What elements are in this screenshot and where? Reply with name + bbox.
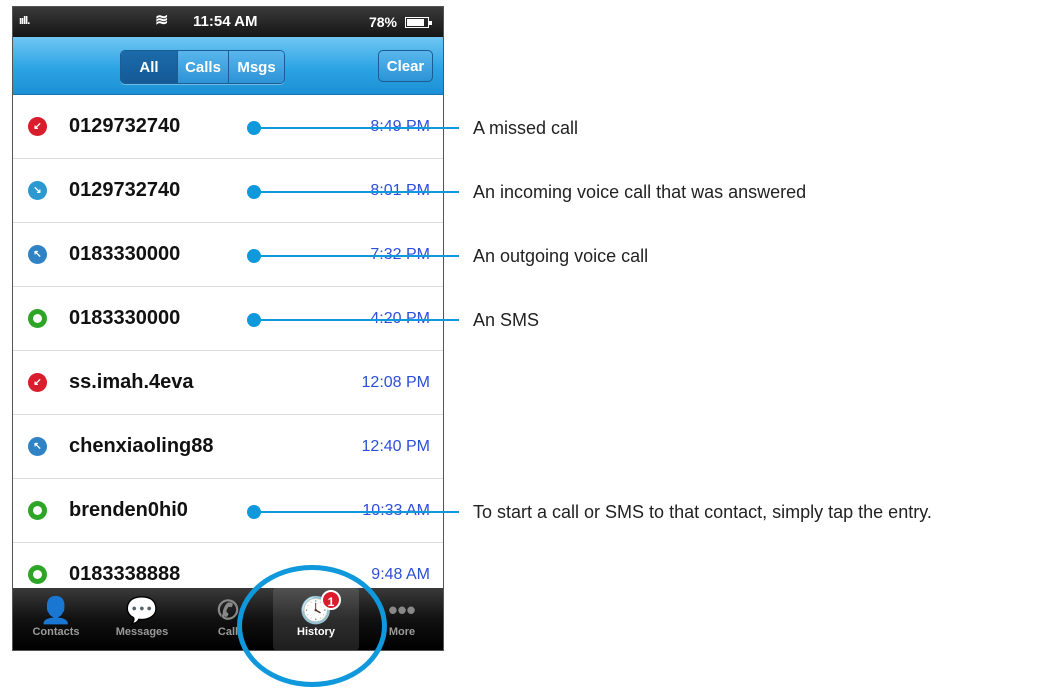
history-row[interactable]: ↙ ss.imah.4eva 12:08 PM [13,351,443,415]
filter-msgs-tab[interactable]: Msgs [228,51,284,83]
tab-label: Contacts [32,626,80,638]
contacts-icon: 👤 [39,595,73,625]
entry-time: 12:40 PM [361,438,430,455]
filter-calls-tab[interactable]: Calls [177,51,228,83]
contact-name: brenden0hi0 [69,499,188,521]
missed-call-icon: ↙ [28,117,47,136]
callout-line [254,511,459,513]
history-highlight-circle [237,565,387,687]
annotation-tap: To start a call or SMS to that contact, … [473,502,932,522]
history-row[interactable]: ↖ chenxiaoling88 12:40 PM [13,415,443,479]
battery-percent: 78% [368,14,397,30]
incoming-call-icon: ↘ [28,181,47,200]
callout-line [254,127,459,129]
filter-all-tab[interactable]: All [121,51,177,83]
callout-line [254,319,459,321]
contact-name: 0129732740 [69,115,181,137]
tab-label: Messages [115,626,169,638]
sms-icon [28,309,47,328]
entry-time: 12:08 PM [361,374,430,391]
entry-time: 9:48 AM [371,566,430,583]
outgoing-call-icon: ↖ [28,245,47,264]
battery-icon [405,17,432,28]
contact-name: 0183330000 [69,307,181,329]
contact-name: chenxiaoling88 [69,435,214,457]
missed-call-icon: ↙ [28,373,47,392]
annotation-incoming: An incoming voice call that was answered [473,182,807,202]
callout-line [254,255,459,257]
status-time: 11:54 AM [193,13,258,30]
clear-button[interactable]: Clear [378,50,433,82]
history-list: ↙ 0129732740 8:49 PM ↘ 0129732740 8:01 P… [13,95,443,607]
filter-segmented-control: All Calls Msgs [120,50,285,84]
contact-name: 0183330000 [69,243,181,265]
annotation-missed: A missed call [473,118,579,138]
phone-screen: ııll. ≋ 11:54 AM 78% All Calls Msgs Clea… [12,6,444,651]
status-bar: ııll. ≋ 11:54 AM 78% [13,7,443,37]
messages-icon: 💬 [125,595,159,625]
sms-icon [28,501,47,520]
top-toolbar: All Calls Msgs Clear [13,37,443,95]
tab-contacts[interactable]: 👤 Contacts [13,588,99,650]
signal-icon: ııll. [19,15,30,27]
contact-name: ss.imah.4eva [69,371,194,393]
sms-icon [28,565,47,584]
outgoing-call-icon: ↖ [28,437,47,456]
callout-line [254,191,459,193]
tab-messages[interactable]: 💬 Messages [99,588,185,650]
contact-name: 0129732740 [69,179,181,201]
annotation-sms: An SMS [473,310,540,330]
annotation-outgoing: An outgoing voice call [473,246,649,266]
contact-name: 0183338888 [69,563,181,585]
wifi-icon: ≋ [155,12,169,29]
